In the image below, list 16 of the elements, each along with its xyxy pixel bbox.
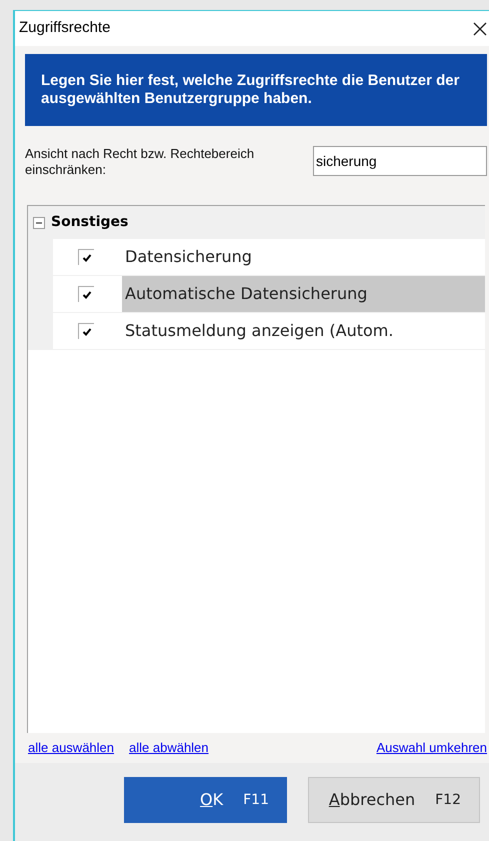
- filter-label: Ansicht nach Recht bzw. Rechtebereich einschränken:: [25, 146, 256, 178]
- check-icon: [82, 290, 92, 300]
- selection-link[interactable]: alle abwählen: [129, 738, 209, 758]
- ok-button[interactable]: OK F11: [124, 777, 287, 823]
- right-label[interactable]: Automatische Datensicherung: [122, 276, 485, 312]
- filter-field[interactable]: sicherung: [313, 146, 487, 176]
- window-title: Zugriffsrechte: [19, 18, 110, 38]
- check-icon: [82, 326, 92, 336]
- selection-link[interactable]: Auswahl umkehren: [376, 738, 487, 758]
- close-icon[interactable]: [473, 22, 487, 36]
- cancel-button[interactable]: Abbrechen F12: [308, 777, 480, 823]
- banner-text: Legen Sie hier fest, welche Zugriffsrechte die Benutzer der ausgewählten Benutzergruppe haben.: [41, 72, 460, 108]
- group-label: Sonstiges: [51, 213, 128, 232]
- selection-link[interactable]: alle auswählen: [28, 738, 114, 758]
- collapse-toggle[interactable]: [33, 216, 45, 228]
- check-icon: [82, 252, 92, 262]
